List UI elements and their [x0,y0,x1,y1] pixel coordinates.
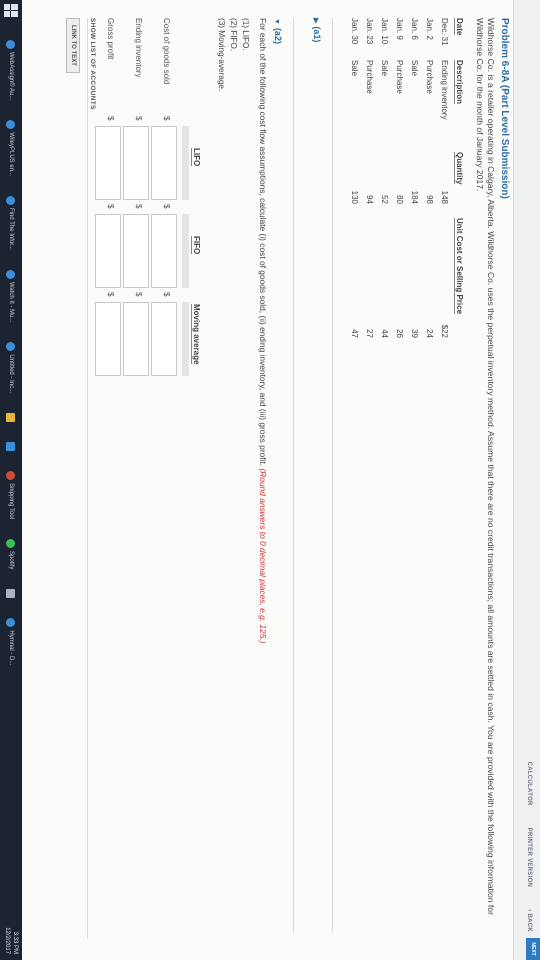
table-row: Jan. 30 Sale 130 47 [350,18,359,338]
section-a1-label: (a1) [312,26,322,43]
currency-symbol: $ [162,292,171,297]
table-row: Jan. 10 Sale 52 44 [380,18,389,338]
row-label-ending-inventory: Ending inventory [134,18,143,78]
scissors-icon [6,471,16,481]
column-header-lifo: LIFO [191,148,201,167]
section-a2-label: (a2) [273,27,283,44]
app-icon [6,269,16,279]
clock-date: 12/2/2017 [4,927,10,954]
taskbar-item[interactable] [0,432,22,461]
show-list-of-accounts-link[interactable]: SHOW LIST OF ACCOUNTS [89,18,96,110]
list-item: (1) LIFO. [241,18,250,51]
window-icon [6,589,16,599]
section-divider [332,18,333,933]
moving-average-ending-inventory-input[interactable] [123,302,149,376]
app-icon [6,196,16,206]
taskbar-item[interactable]: Snipping Tool [0,461,22,529]
section-divider [293,18,294,933]
column-header-bar [182,214,189,288]
fifo-ending-inventory-input[interactable] [123,214,149,288]
problem-content: Problem 6-8A (Part Level Submission) Wil… [81,18,510,938]
section-a1-toggle[interactable]: ▶ (a1) [312,18,322,938]
table-row: Jan. 23 Purchase 94 27 [365,18,374,338]
currency-symbol: $ [134,204,143,209]
rotated-screen: CALCULATOR PRINTER VERSION ‹ BACK NEXT P… [0,0,540,960]
caret-right-icon: ▶ [312,18,319,24]
calculator-link[interactable]: CALCULATOR [526,762,532,806]
spotify-icon [6,539,16,549]
row-label-cogs: Cost of goods sold [162,18,171,85]
app-icon [6,618,16,628]
clock-time: 3:33 PM [12,931,18,954]
col-header-price: Unit Cost or Selling Price [454,218,464,315]
inventory-table: Date Description Quantity Unit Cost or S… [347,18,466,350]
table-row: Jan. 2 Purchase 98 24 [425,18,434,338]
taskbar-item[interactable] [0,579,22,608]
toolbar-links: CALCULATOR PRINTER VERSION ‹ BACK [526,762,532,932]
taskbar-item[interactable]: Spotify [0,529,22,579]
top-toolbar: CALCULATOR PRINTER VERSION ‹ BACK NEXT [513,0,540,960]
taskbar-item[interactable]: WileyPLUS en... [0,110,22,186]
currency-symbol: $ [162,116,171,121]
currency-symbol: $ [134,292,143,297]
lifo-gross-profit-input[interactable] [95,126,121,200]
back-link[interactable]: ‹ BACK [526,909,532,932]
fifo-cogs-input[interactable] [151,214,177,288]
moving-average-cogs-input[interactable] [151,302,177,376]
table-row: Jan. 6 Sale 184 39 [410,18,419,338]
app-icon [6,40,16,49]
row-label-gross-profit: Gross profit [106,18,115,60]
rounding-hint: (Round answers to 0 decimal places, e.g.… [258,468,268,644]
folder-icon [6,413,16,423]
lifo-cogs-input[interactable] [151,126,177,200]
taskbar-item[interactable]: Watch It - Mu... [0,260,22,332]
taskbar-items: WebAssign® Au... WileyPLUS en... Find Th… [0,30,22,675]
column-header-fifo: FIFO [191,236,201,255]
next-button[interactable]: NEXT [526,938,540,960]
currency-symbol: $ [106,204,115,209]
currency-symbol: $ [162,204,171,209]
problem-intro: Wildhorse Co. is a retailer operating in… [475,18,496,915]
fifo-gross-profit-input[interactable] [95,214,121,288]
column-header-bar [182,126,189,200]
col-header-date: Date [454,18,464,36]
taskbar-item[interactable]: WebAssign® Au... [0,30,22,110]
taskbar-item[interactable]: Hymnal - D... [0,608,22,675]
caret-down-icon: ▼ [273,18,280,25]
footer-divider [87,18,88,938]
currency-symbol: $ [106,116,115,121]
app-icon [6,442,16,452]
taskbar-item[interactable] [0,403,22,432]
column-header-moving-average: Moving average [191,304,201,365]
windows-start-icon[interactable] [4,4,18,18]
currency-symbol: $ [106,292,115,297]
app-icon [6,342,16,352]
table-row: Jan. 9 Purchase 80 26 [395,18,404,338]
taskbar-item[interactable]: Find The Infor... [0,186,22,260]
printer-version-link[interactable]: PRINTER VERSION [526,828,532,888]
method-list: (1) LIFO. (2) FIFO. (3) Moving-average. [215,18,251,938]
problem-title: Problem 6-8A (Part Level Submission) [499,18,510,199]
app-icon [6,120,16,130]
list-item: (3) Moving-average. [217,18,226,92]
section-a2-toggle[interactable]: ▼ (a2) [273,18,283,938]
column-header-bar [182,302,189,376]
col-header-description: Description [454,60,464,105]
table-row: Dec. 31 Ending inventory 148 $22 [440,18,449,338]
a2-instruction: For each of the following cost flow assu… [258,18,268,644]
lifo-ending-inventory-input[interactable] [123,126,149,200]
col-header-quantity: Quantity [454,152,464,185]
answer-grid: LIFO FIFO Moving average Cost of goods s… [81,18,201,438]
windows-taskbar: WebAssign® Au... WileyPLUS en... Find Th… [0,0,22,960]
taskbar-item[interactable]: Untitled - Inc... [0,332,22,403]
list-item: (2) FIFO. [229,18,238,52]
moving-average-gross-profit-input[interactable] [95,302,121,376]
currency-symbol: $ [134,116,143,121]
taskbar-clock[interactable]: 3:33 PM 12/2/2017 [3,927,19,954]
link-to-text-button[interactable]: LINK TO TEXT [66,18,80,73]
